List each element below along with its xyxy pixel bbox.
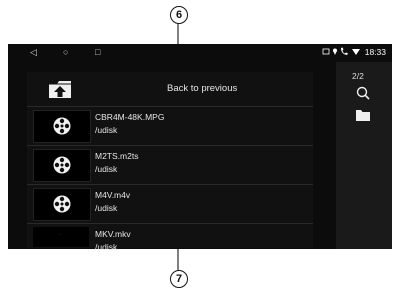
page-indicator: 2/2 bbox=[352, 71, 364, 81]
file-thumbnail bbox=[33, 110, 91, 143]
file-path: /udisk bbox=[95, 242, 118, 252]
file-thumbnail bbox=[33, 188, 91, 221]
file-path: /udisk bbox=[95, 164, 118, 174]
search-button[interactable] bbox=[350, 84, 376, 102]
nav-home-button[interactable]: ○ bbox=[63, 47, 68, 57]
folder-up-icon bbox=[49, 81, 71, 98]
film-reel-icon bbox=[53, 156, 71, 174]
file-row[interactable]: CBR4M-48K.MPG /udisk bbox=[27, 107, 313, 146]
film-reel-icon bbox=[53, 117, 71, 135]
status-time: 18:33 bbox=[364, 47, 386, 57]
nav-back-button[interactable]: ◁ bbox=[30, 47, 37, 58]
folder-icon bbox=[356, 110, 370, 121]
file-row[interactable]: · MKV.mkv /udisk bbox=[27, 224, 313, 252]
file-name: M2TS.m2ts bbox=[95, 151, 139, 161]
file-name: CBR4M-48K.MPG bbox=[95, 112, 165, 122]
file-name: M4V.m4v bbox=[95, 190, 131, 200]
status-right: 18:33 bbox=[322, 47, 386, 57]
file-thumbnail bbox=[33, 149, 91, 182]
file-path: /udisk bbox=[95, 203, 118, 213]
search-icon bbox=[356, 86, 370, 100]
nav-recent-button[interactable]: □ bbox=[95, 47, 100, 57]
file-name: MKV.mkv bbox=[95, 229, 131, 239]
callout-7: 7 bbox=[170, 270, 188, 288]
file-row[interactable]: M4V.m4v /udisk bbox=[27, 185, 313, 224]
callout-6: 6 bbox=[170, 6, 188, 24]
folder-button[interactable] bbox=[350, 106, 376, 124]
file-thumbnail: · bbox=[33, 227, 89, 247]
back-to-previous-label: Back to previous bbox=[167, 83, 238, 94]
back-to-previous-row[interactable]: Back to previous bbox=[27, 72, 313, 107]
film-reel-icon bbox=[53, 195, 71, 213]
side-panel: 2/2 bbox=[336, 62, 392, 249]
status-bar: ◁ ○ □ 18:33 bbox=[8, 44, 392, 62]
head-unit-screen: ◁ ○ □ 18:33 Back to previous CBR4M-48K.M… bbox=[8, 44, 392, 252]
file-row[interactable]: M2TS.m2ts /udisk bbox=[27, 146, 313, 185]
status-icons bbox=[322, 47, 361, 55]
file-path: /udisk bbox=[95, 125, 118, 135]
thumbnail-placeholder: · bbox=[59, 232, 61, 238]
